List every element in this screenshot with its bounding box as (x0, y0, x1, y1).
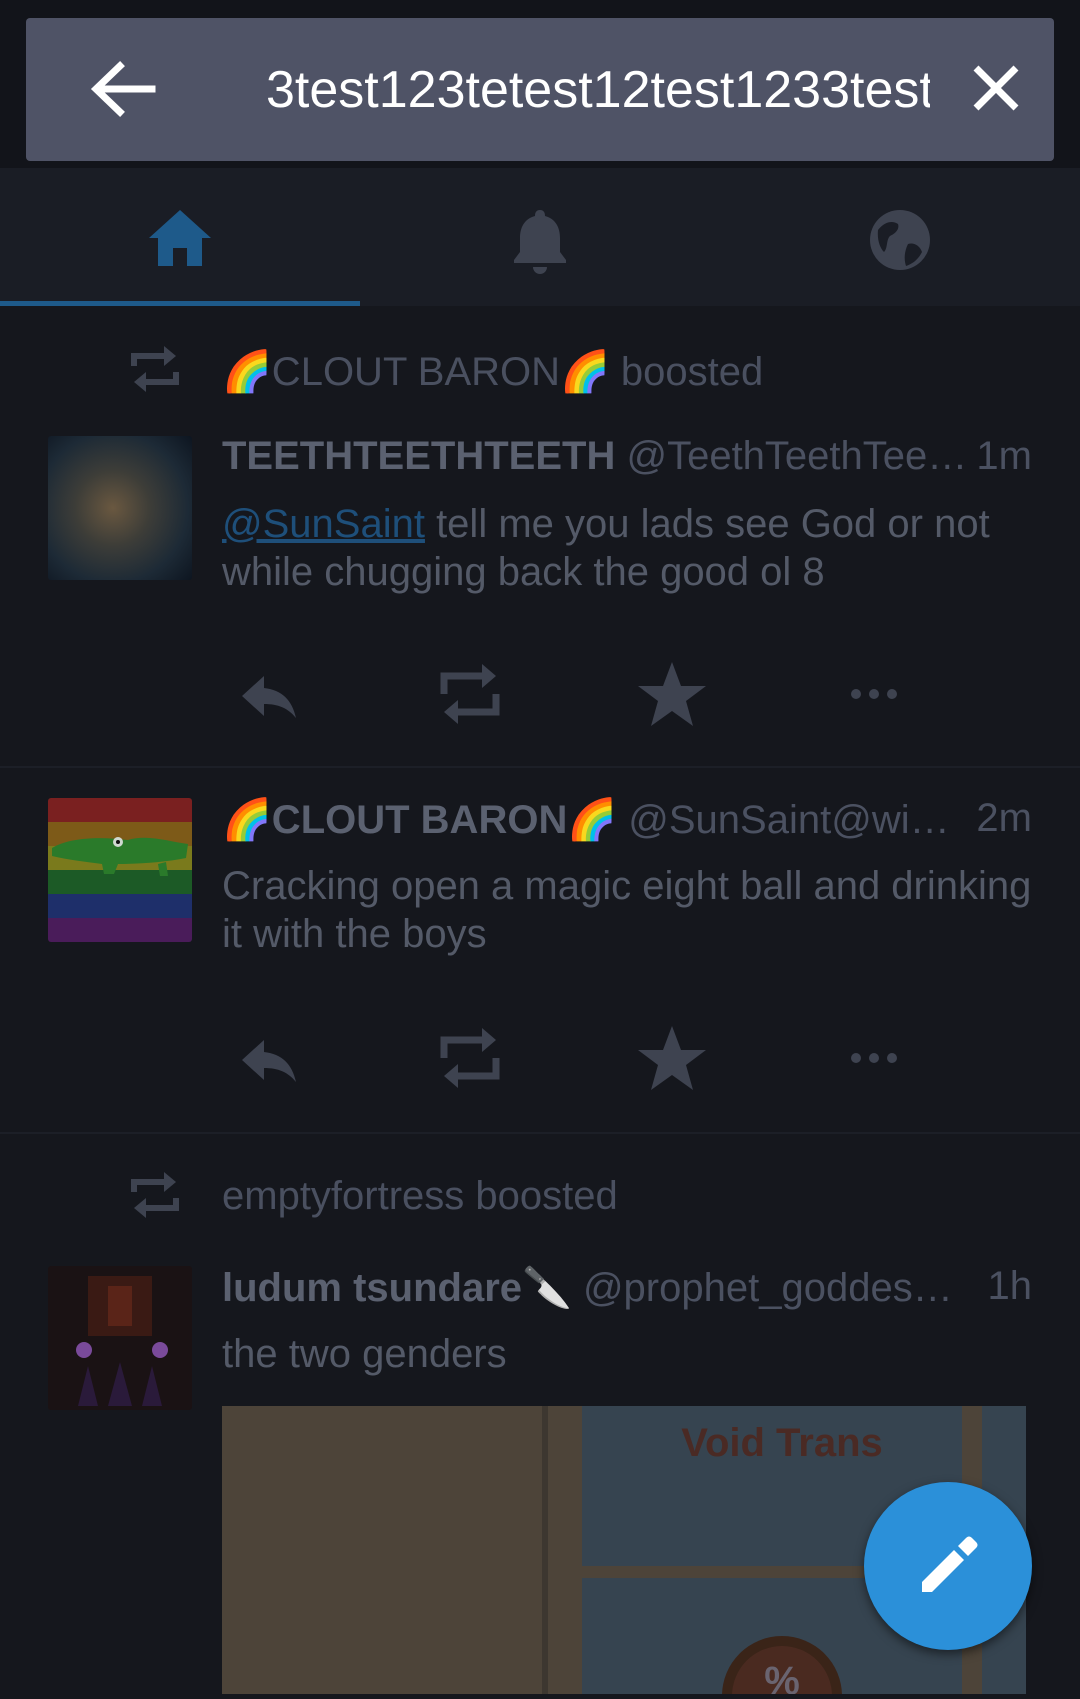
boost-icon (131, 1172, 179, 1218)
back-arrow-icon[interactable] (82, 54, 162, 124)
compose-button[interactable] (864, 1482, 1032, 1650)
boost-label: 🌈CLOUT BARON🌈 boosted (222, 350, 764, 394)
search-bar (26, 18, 1054, 161)
status-header: 🌈CLOUT BARON🌈 @SunSaint@wi… (222, 796, 1032, 843)
reply-icon[interactable] (230, 1018, 310, 1098)
tab-federated[interactable] (720, 168, 1080, 306)
display-name[interactable]: TEETHTEETHTEETH (222, 434, 615, 478)
status-content: @SunSaint tell me you lads see God or no… (222, 500, 1032, 596)
account-handle: @prophet_goddes… (582, 1266, 953, 1310)
account-handle: @SunSaint@wi… (628, 798, 950, 842)
avatar-image (76, 1276, 168, 1406)
avatar[interactable] (48, 436, 192, 580)
close-icon[interactable] (950, 58, 1042, 126)
status-header: TEETHTEETHTEETH @TeethTeethTee… (222, 434, 1032, 479)
reply-icon[interactable] (230, 654, 310, 734)
more-options-icon[interactable] (834, 654, 914, 734)
timestamp: 1m (976, 434, 1032, 478)
status-content: Cracking open a magic eight ball and dri… (222, 864, 1032, 956)
tab-notifications[interactable] (360, 168, 720, 306)
alligator-avatar-image (48, 798, 192, 942)
more-options-icon[interactable] (834, 1018, 914, 1098)
attachment-badge: % (764, 1659, 800, 1694)
boost-label: emptyfortress boosted (222, 1174, 618, 1218)
favourite-icon[interactable] (632, 654, 712, 734)
home-icon (149, 210, 211, 266)
tab-home[interactable] (0, 168, 360, 306)
status-content: the two genders (222, 1332, 507, 1376)
display-name[interactable]: ludum tsundare🔪 (222, 1266, 572, 1310)
boost-button-icon[interactable] (430, 1018, 510, 1098)
status-actions (222, 654, 942, 734)
boost-button-icon[interactable] (430, 654, 510, 734)
boost-icon (131, 346, 179, 392)
display-name[interactable]: 🌈CLOUT BARON🌈 (222, 798, 617, 842)
avatar[interactable] (48, 1266, 192, 1410)
avatar[interactable] (48, 798, 192, 942)
account-handle: @TeethTeethTee… (626, 434, 968, 478)
tab-bar (0, 168, 1080, 306)
status-item[interactable]: 🌈CLOUT BARON🌈 @SunSaint@wi… 2m Cracking … (0, 768, 1080, 1132)
timestamp: 1h (987, 1264, 1033, 1308)
status-actions (222, 1018, 942, 1098)
mention-link[interactable]: @SunSaint (222, 502, 425, 546)
attachment-caption: Void Trans (681, 1421, 883, 1465)
globe-icon (870, 210, 930, 270)
search-input[interactable] (240, 46, 930, 134)
status-header: ludum tsundare🔪 @prophet_goddes… (222, 1264, 1032, 1311)
status-item[interactable]: 🌈CLOUT BARON🌈 boosted TEETHTEETHTEETH @T… (0, 306, 1080, 766)
pencil-icon (922, 1536, 978, 1592)
bell-icon (514, 210, 566, 274)
favourite-icon[interactable] (632, 1018, 712, 1098)
timestamp: 2m (976, 796, 1032, 840)
